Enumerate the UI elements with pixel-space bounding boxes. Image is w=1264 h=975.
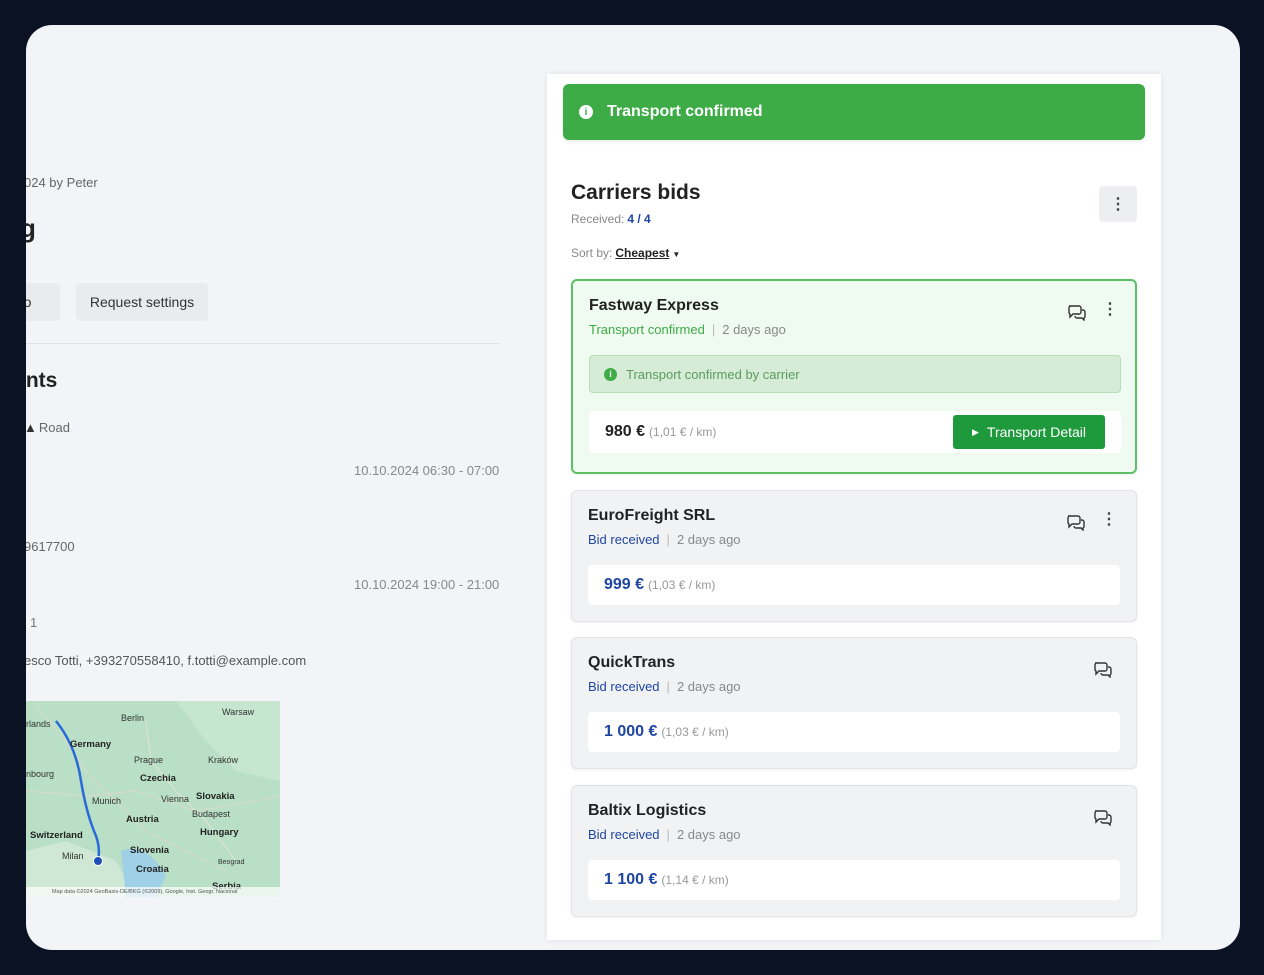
delivery-time: 10.10.2024 19:00 - 21:00 (354, 577, 500, 592)
map-label: Beograd (218, 859, 245, 866)
banner-text: Transport confirmed (607, 103, 763, 120)
sort-label: Sort by: (571, 246, 613, 260)
bid-time: 2 days ago (676, 827, 741, 842)
tab-info[interactable]: nfo (26, 283, 60, 321)
bid-price: 980 € (605, 423, 646, 440)
map-label: Budapest (192, 809, 231, 819)
transport-detail-button[interactable]: ▶ Transport Detail (953, 415, 1105, 449)
bid-status-line: Bid received | 2 days ago (588, 532, 741, 547)
bid-status: Bid received (588, 679, 660, 694)
map-label: Milan (62, 851, 84, 861)
map-label: Warsaw (222, 707, 255, 717)
created-by-text: 024 by Peter (26, 175, 98, 190)
kebab-icon: ⋮ (1110, 196, 1126, 213)
contact-info: esco Totti, +393270558410, f.totti@examp… (26, 653, 307, 668)
chat-icon[interactable] (1093, 660, 1113, 678)
transport-detail-label: Transport Detail (986, 424, 1086, 440)
chat-icon[interactable] (1093, 808, 1113, 826)
notice-text: Transport confirmed by carrier (626, 366, 800, 382)
chat-icon[interactable] (1067, 303, 1087, 321)
bid-price: 1 100 € (604, 871, 658, 888)
bid-menu-kebab-icon[interactable]: ⋮ (1102, 299, 1118, 319)
map-label: rlands (26, 719, 51, 729)
chat-icon[interactable] (1066, 513, 1086, 531)
map-label: Kraków (208, 755, 239, 765)
panel-title: Carriers bids (571, 181, 701, 204)
bid-status-line: Bid received | 2 days ago (588, 827, 741, 842)
bid-status-line: Bid received | 2 days ago (588, 679, 741, 694)
bid-time: 2 days ago (676, 679, 741, 694)
map-label: Slovakia (196, 791, 235, 802)
bid-price: 999 € (604, 576, 645, 593)
bid-menu-kebab-icon[interactable]: ⋮ (1101, 509, 1117, 529)
transport-confirmed-banner: i Transport confirmed (563, 84, 1145, 140)
reference-number: 9617700 (26, 539, 75, 554)
carrier-name: QuickTrans (588, 654, 676, 671)
map-label: nbourg (26, 769, 55, 779)
price-per-km: (1,03 € / km) (661, 725, 729, 739)
bid-price: 1 000 € (604, 723, 658, 740)
request-detail-panel: 024 by Peter g nfo Request settings ints… (26, 25, 546, 950)
sort-control: Sort by: Cheapest ▼ (571, 246, 680, 260)
bid-status: Transport confirmed (589, 322, 705, 337)
caret-down-icon[interactable]: ▼ (672, 250, 680, 259)
confirmation-notice: i Transport confirmed by carrier (589, 355, 1121, 393)
sort-dropdown[interactable]: Cheapest (615, 246, 669, 260)
bid-status: Bid received (588, 532, 660, 547)
separator: | (666, 532, 670, 547)
carrier-name: Baltix Logistics (588, 802, 707, 819)
section-title-points: ints (26, 369, 58, 392)
price-box: 999 € (1,03 € / km) (588, 565, 1120, 605)
info-icon: i (604, 367, 617, 381)
map-label: Prague (134, 755, 164, 765)
map-label: Berlin (121, 713, 145, 723)
map-label: Switzerland (30, 830, 83, 841)
map-label: Croatia (136, 864, 169, 875)
price-box: 1 100 € (1,14 € / km) (588, 860, 1120, 900)
separator: | (666, 827, 670, 842)
received-value: 4 / 4 (627, 212, 651, 226)
transport-mode-label: Road (38, 420, 70, 435)
road-icon: ▲ (26, 420, 37, 435)
bid-status-line: Transport confirmed | 2 days ago (589, 322, 786, 337)
panel-menu-button[interactable]: ⋮ (1099, 186, 1137, 222)
map-attribution: Map data ©2024 GeoBasis-DE/BKG (©2009), … (26, 887, 280, 897)
price-per-km: (1,03 € / km) (648, 578, 716, 592)
map-label: Vienna (161, 794, 189, 804)
price-per-km: (1,14 € / km) (661, 873, 729, 887)
pickup-time: 10.10.2024 06:30 - 07:00 (354, 463, 500, 478)
bid-card-quicktrans: QuickTrans Bid received | 2 days ago 1 000… (571, 637, 1137, 769)
count-value: 1 (30, 615, 38, 630)
bid-time: 2 days ago (722, 322, 786, 337)
map-label: Slovenia (130, 845, 170, 856)
app-window: 024 by Peter g nfo Request settings ints… (26, 25, 1240, 950)
received-label: Received: (571, 212, 625, 226)
separator: | (711, 322, 716, 337)
map-label: Munich (92, 796, 122, 806)
map-label: Germany (70, 739, 112, 750)
tab-request-settings[interactable]: Request settings (76, 283, 208, 321)
map-label: Hungary (200, 827, 239, 838)
map-label: Czechia (140, 773, 176, 784)
transport-mode: ▲ Road (26, 420, 70, 435)
carrier-name: Fastway Express (589, 297, 719, 314)
price-box: 1 000 € (1,03 € / km) (588, 712, 1120, 752)
divider (26, 343, 500, 344)
bid-card-eurofreight-srl: EuroFreight SRL Bid received | 2 days ago … (571, 490, 1137, 622)
carrier-name: EuroFreight SRL (588, 507, 716, 524)
received-count: Received: 4 / 4 (571, 212, 651, 226)
map-label: Austria (126, 814, 159, 825)
bid-card-baltix-logistics: Baltix Logistics Bid received | 2 days ago… (571, 785, 1137, 917)
bid-card-fastway-express: Fastway Express Transport confirmed | 2 da… (571, 279, 1137, 474)
bid-status: Bid received (588, 827, 660, 842)
play-icon: ▶ (972, 426, 979, 437)
carriers-bids-panel: i Transport confirmed Carriers bids Rece… (547, 74, 1161, 940)
request-title: g (26, 213, 36, 243)
route-map[interactable]: Berlin Warsaw rlands Germany Prague Krak… (26, 701, 280, 897)
bid-time: 2 days ago (676, 532, 741, 547)
separator: | (666, 679, 670, 694)
info-icon: i (579, 105, 593, 119)
price-per-km: (1,01 € / km) (649, 425, 717, 439)
